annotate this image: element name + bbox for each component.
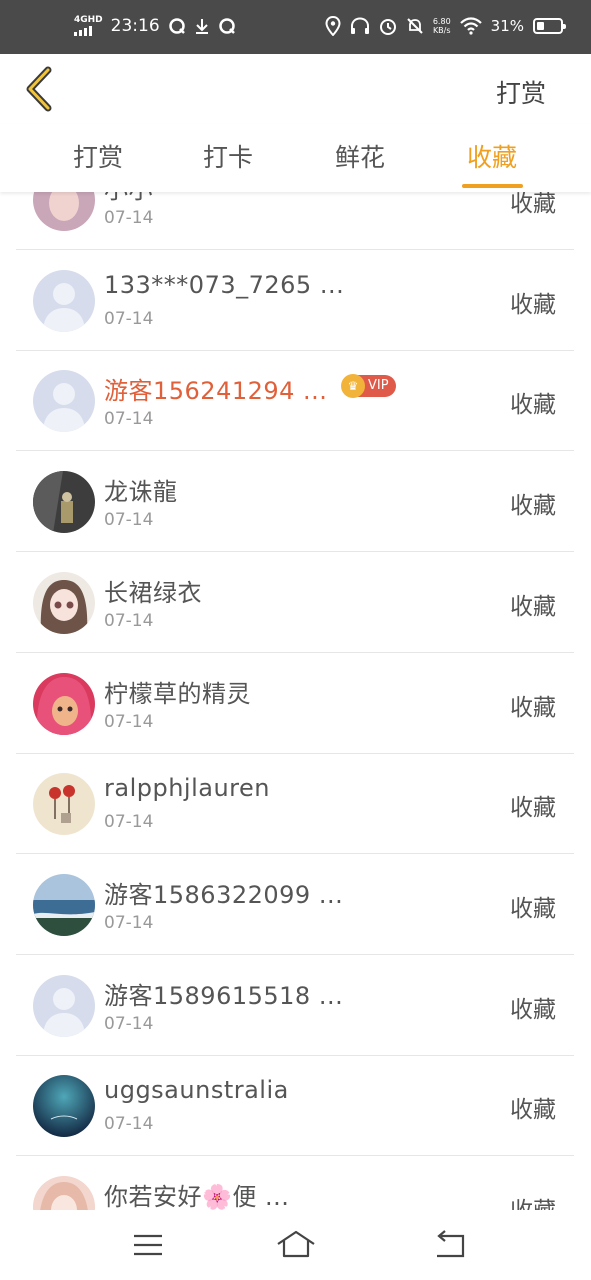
- list-item[interactable]: 游客1589615518 ... 07-14 收藏: [16, 956, 574, 1056]
- list-item[interactable]: uggsaunstralia 07-14 收藏: [16, 1056, 574, 1157]
- list-item[interactable]: 你若安好🌸便 ...07-14收藏: [16, 1157, 574, 1210]
- list-item[interactable]: 游客1586322099 ... 07-14 收藏: [16, 855, 574, 955]
- list-item[interactable]: ralpphjlauren 07-14 收藏: [16, 754, 574, 855]
- item-date: 07-14: [104, 1013, 154, 1034]
- item-date: 07-14: [104, 1114, 154, 1135]
- action-label: 收藏: [510, 795, 556, 822]
- avatar[interactable]: [33, 672, 95, 735]
- avatar[interactable]: [33, 873, 95, 936]
- vip-label: VIP: [368, 378, 389, 394]
- action-label: 收藏: [510, 493, 556, 520]
- list-item[interactable]: 133***073_7265 ... 07-14 收藏: [16, 251, 574, 351]
- crown-icon: ♛: [341, 374, 365, 399]
- vip-badge: ♛ VIP: [341, 374, 396, 399]
- tab-reward[interactable]: 打赏: [43, 138, 153, 174]
- avatar[interactable]: [33, 773, 95, 836]
- battery-icon: [533, 18, 566, 34]
- active-tab-indicator: [462, 184, 523, 188]
- alarm-icon: [379, 19, 396, 35]
- action-label: 收藏: [510, 291, 556, 318]
- download-icon: [195, 19, 208, 34]
- avatar[interactable]: [33, 571, 95, 634]
- item-date: 07-14: [104, 711, 154, 732]
- user-name: ralpphjlauren: [104, 774, 270, 803]
- tab-favorites[interactable]: 收藏: [437, 138, 547, 174]
- action-label: 收藏: [510, 694, 556, 721]
- user-name: 柠檬草的精灵: [104, 679, 251, 708]
- browser-q-icon-2: [218, 18, 235, 34]
- user-name: 你若安好🌸便 ...: [104, 1183, 290, 1210]
- item-date: 07-14: [104, 912, 154, 933]
- avatar[interactable]: [33, 974, 95, 1037]
- reward-button[interactable]: 打赏: [496, 74, 546, 110]
- avatar[interactable]: [33, 1176, 95, 1210]
- user-name: 133***073_7265 ...: [104, 270, 345, 299]
- tab-flowers[interactable]: 鲜花: [305, 138, 415, 174]
- network-speed: 6.80 KB/s: [433, 17, 451, 35]
- list-item[interactable]: 长裙绿衣 07-14 收藏: [16, 553, 574, 653]
- action-label: 收藏: [510, 192, 556, 217]
- action-label: 收藏: [510, 593, 556, 620]
- signal-indicator: 4GHD: [74, 16, 103, 36]
- avatar[interactable]: [33, 192, 95, 231]
- browser-q-icon: [168, 18, 185, 34]
- header: 打赏: [0, 54, 591, 124]
- list-item[interactable]: 柠檬草的精灵 07-14 收藏: [16, 654, 574, 754]
- network-type: 4GHD: [74, 15, 103, 25]
- list-item[interactable]: 小小 07-14 收藏: [16, 192, 574, 250]
- battery-level: [537, 22, 544, 30]
- location-icon: [325, 16, 341, 36]
- user-name: 长裙绿衣: [104, 578, 202, 607]
- back-arrow-icon[interactable]: [22, 66, 62, 112]
- user-name: 龙诛龍: [104, 478, 178, 507]
- tab-checkin[interactable]: 打卡: [173, 138, 283, 174]
- action-label: 收藏: [510, 1191, 556, 1210]
- signal-bars-icon: [74, 26, 92, 36]
- tab-bar: 打赏 打卡 鲜花 收藏: [0, 124, 591, 192]
- avatar[interactable]: [33, 370, 95, 433]
- speed-value: 6.80: [432, 17, 451, 26]
- speed-unit: KB/s: [432, 26, 451, 35]
- item-date: 07-14: [104, 510, 154, 531]
- action-label: 收藏: [510, 392, 556, 419]
- action-label: 收藏: [510, 895, 556, 922]
- clock: 23:16: [110, 16, 160, 36]
- headphones-icon: [350, 17, 369, 34]
- user-name: 小小: [104, 192, 153, 205]
- item-date: 07-14: [104, 308, 154, 329]
- status-left: 4GHD 23:16: [74, 16, 236, 36]
- home-icon[interactable]: [276, 1228, 316, 1262]
- item-date: 07-14: [104, 208, 154, 228]
- menu-icon[interactable]: [128, 1228, 168, 1262]
- mute-icon: [407, 18, 423, 34]
- user-name: 游客156241294 ...: [104, 377, 328, 406]
- avatar[interactable]: [33, 269, 95, 332]
- action-label: 收藏: [510, 996, 556, 1023]
- user-name: 游客1586322099 ...: [104, 880, 344, 909]
- item-date: 07-14: [104, 409, 154, 430]
- avatar[interactable]: [33, 471, 95, 534]
- avatar[interactable]: [33, 1075, 95, 1138]
- item-date: 07-14: [104, 610, 154, 631]
- action-label: 收藏: [510, 1097, 556, 1124]
- favorites-list: 小小07-14收藏133***073_7265 ...07-14收藏游客1562…: [0, 192, 591, 1210]
- wifi-icon: [459, 17, 482, 35]
- status-bar: 4GHD 23:16 6.80 KB/s 31%: [0, 0, 591, 54]
- system-nav-bar: [0, 1210, 591, 1280]
- item-date: 07-14: [104, 812, 154, 833]
- status-right: 6.80 KB/s 31%: [325, 16, 566, 36]
- battery-percent: 31%: [490, 17, 524, 35]
- back-nav-icon[interactable]: [431, 1228, 471, 1262]
- user-name: uggsaunstralia: [104, 1076, 289, 1105]
- user-name: 游客1589615518 ...: [104, 981, 344, 1010]
- list-item[interactable]: 龙诛龍 07-14 收藏: [16, 452, 574, 553]
- list-item[interactable]: 游客156241294 ... ♛ VIP 07-14 收藏: [16, 351, 574, 452]
